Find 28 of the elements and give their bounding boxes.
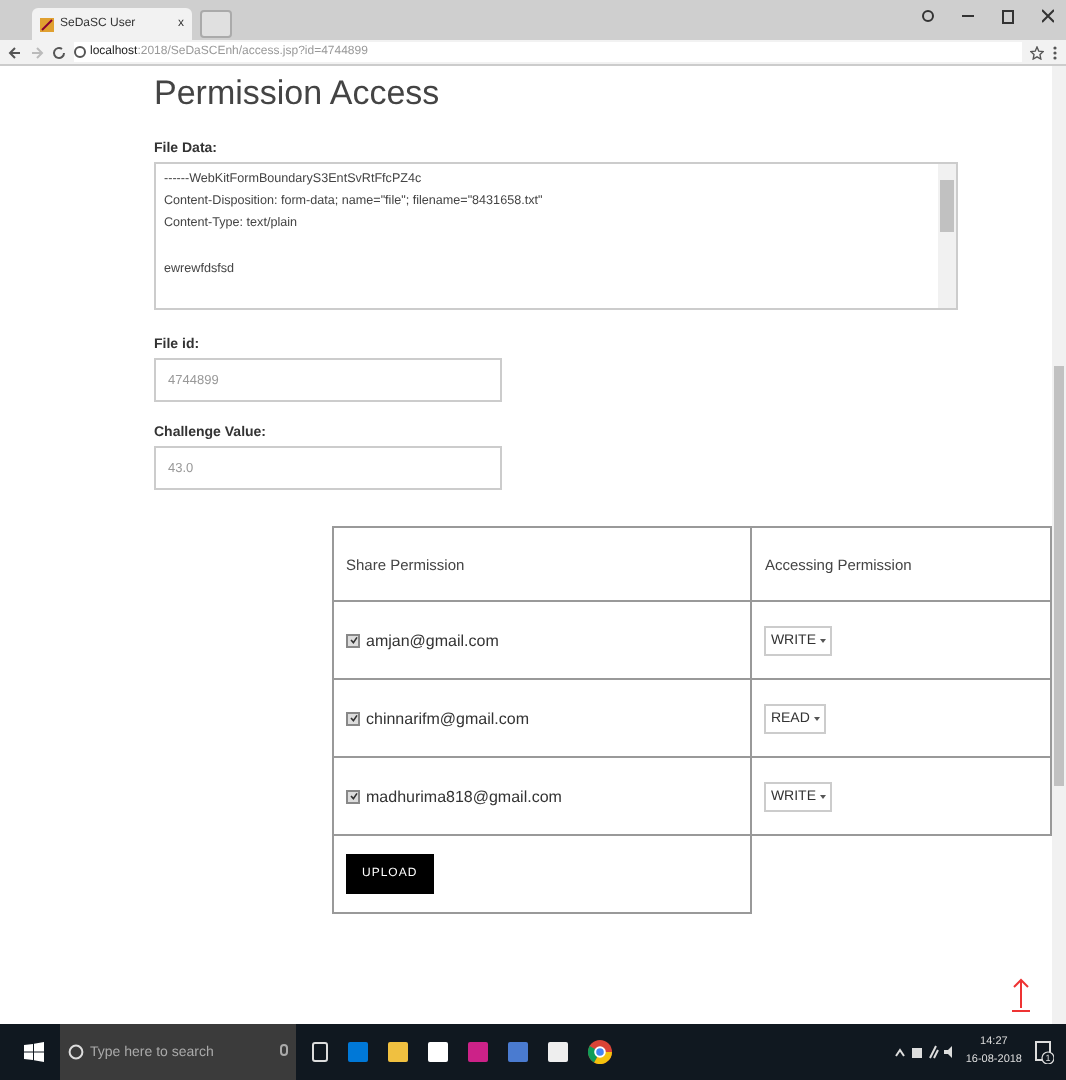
scroll-to-top-icon[interactable] — [1012, 978, 1030, 1012]
caret-icon — [820, 637, 826, 643]
maximize-icon[interactable] — [1002, 8, 1014, 24]
page-title: Permission Access — [154, 74, 442, 114]
email-text: chinnarifm@gmail.com — [366, 709, 529, 728]
email-text: amjan@gmail.com — [366, 631, 499, 650]
email-text: madhurima818@gmail.com — [366, 787, 562, 806]
reload-icon[interactable] — [52, 45, 66, 59]
chrome-icon[interactable] — [588, 1040, 612, 1064]
close-icon[interactable] — [1042, 8, 1054, 24]
cortana-icon — [68, 1044, 84, 1060]
checkbox[interactable] — [346, 789, 360, 804]
task-view-icon[interactable] — [312, 1042, 328, 1062]
scrollbar-thumb[interactable] — [1054, 366, 1064, 786]
tray-icons — [893, 1044, 954, 1060]
checkbox[interactable] — [346, 711, 360, 726]
menu-icon[interactable] — [1052, 45, 1058, 59]
profile-icon[interactable] — [922, 8, 934, 24]
scrollbar-thumb[interactable] — [940, 180, 954, 232]
caret-icon — [813, 715, 820, 721]
favicon-icon — [40, 17, 54, 31]
back-icon[interactable] — [8, 45, 22, 59]
info-icon — [74, 46, 86, 58]
star-icon[interactable] — [1030, 45, 1044, 59]
windows-icon[interactable] — [24, 1042, 44, 1062]
caret-icon — [820, 793, 826, 799]
checkbox[interactable] — [346, 633, 360, 648]
microphone-icon — [280, 1044, 288, 1060]
